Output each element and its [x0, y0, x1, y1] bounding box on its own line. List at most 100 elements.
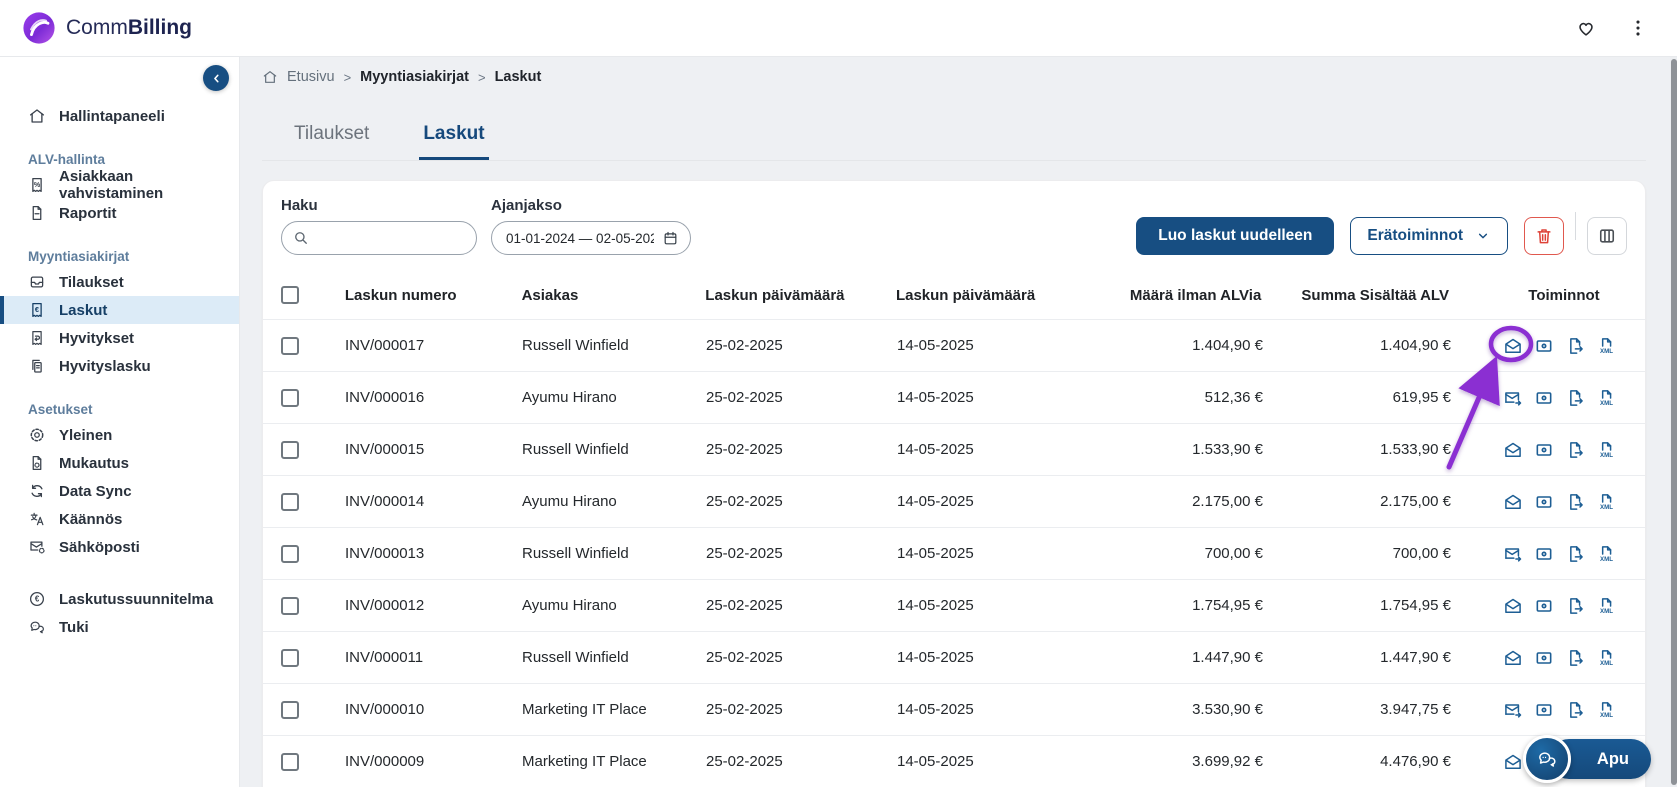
sidebar-item-raportit[interactable]: Raportit: [0, 199, 239, 227]
tab-tilaukset[interactable]: Tilaukset: [290, 117, 373, 160]
row-checkbox[interactable]: [281, 648, 299, 667]
mail-send-icon[interactable]: [1503, 700, 1523, 720]
home-icon[interactable]: [262, 69, 278, 85]
mail-open-icon[interactable]: [1503, 336, 1523, 356]
sidebar-item-hyvityslasku[interactable]: Hyvityslasku: [0, 352, 239, 380]
favorites-heart-icon[interactable]: [1575, 17, 1597, 39]
sidebar-item-tilaukset[interactable]: Tilaukset: [0, 268, 239, 296]
row-checkbox[interactable]: [281, 596, 299, 615]
mail-open-icon[interactable]: [1503, 648, 1523, 668]
export-document-icon[interactable]: [1565, 388, 1585, 408]
breadcrumb-etusivu[interactable]: Etusivu: [287, 69, 335, 85]
export-document-icon[interactable]: [1565, 648, 1585, 668]
export-document-icon[interactable]: [1565, 700, 1585, 720]
sidebar-item-hyvitykset[interactable]: Hyvitykset: [0, 324, 239, 352]
preview-eye-icon[interactable]: [1534, 492, 1554, 512]
customer-name: Marketing IT Place: [522, 753, 647, 770]
row-checkbox[interactable]: [281, 388, 299, 407]
mail-open-icon[interactable]: [1503, 752, 1523, 772]
export-xml-icon[interactable]: [1596, 544, 1616, 564]
column-settings-button[interactable]: [1587, 217, 1627, 255]
recreate-invoices-button[interactable]: Luo laskut uudelleen: [1136, 217, 1335, 255]
header-amount-excl-vat[interactable]: Määrä ilman ALVia: [1056, 287, 1261, 304]
export-xml-icon[interactable]: [1596, 492, 1616, 512]
invoice-date: 25-02-2025: [706, 493, 783, 510]
customer-name: Russell Winfield: [522, 545, 629, 562]
export-document-icon[interactable]: [1565, 336, 1585, 356]
tab-laskut[interactable]: Laskut: [419, 117, 489, 160]
chat-bubbles-icon: [28, 618, 46, 636]
table-row: INV/000012 Ayumu Hirano 25-02-2025 14-05…: [263, 579, 1645, 631]
export-xml-icon[interactable]: [1596, 648, 1616, 668]
tab-bar: Tilaukset Laskut: [262, 117, 1646, 161]
export-xml-icon[interactable]: [1596, 440, 1616, 460]
mail-open-icon[interactable]: [1503, 492, 1523, 512]
preview-eye-icon[interactable]: [1534, 596, 1554, 616]
header-customer[interactable]: Asiakas: [522, 287, 706, 304]
mail-open-icon[interactable]: [1503, 440, 1523, 460]
sidebar-item-hallintapaneeli[interactable]: Hallintapaneeli: [0, 102, 239, 130]
invoice-date: 25-02-2025: [706, 597, 783, 614]
sidebar-item-tuki[interactable]: Tuki: [0, 613, 239, 641]
export-xml-icon[interactable]: [1596, 596, 1616, 616]
due-date: 14-05-2025: [897, 441, 974, 458]
sidebar-item-laskutussuunnitelma[interactable]: Laskutussuunnitelma: [0, 585, 239, 613]
sidebar-item-mukautus[interactable]: Mukautus: [0, 449, 239, 477]
sidebar-item-data-sync[interactable]: Data Sync: [0, 477, 239, 505]
preview-eye-icon[interactable]: [1534, 700, 1554, 720]
preview-eye-icon[interactable]: [1534, 544, 1554, 564]
row-checkbox[interactable]: [281, 752, 299, 771]
invoice-number: INV/000010: [345, 701, 425, 718]
export-xml-icon[interactable]: [1596, 336, 1616, 356]
row-checkbox[interactable]: [281, 336, 299, 355]
batch-actions-button[interactable]: Erätoiminnot: [1350, 217, 1508, 255]
preview-eye-icon[interactable]: [1534, 440, 1554, 460]
scrollbar-thumb[interactable]: [1670, 59, 1677, 785]
row-checkbox[interactable]: [281, 492, 299, 511]
sidebar-item-yleinen[interactable]: Yleinen: [0, 421, 239, 449]
preview-eye-icon[interactable]: [1534, 336, 1554, 356]
mail-send-icon[interactable]: [1503, 544, 1523, 564]
sidebar-collapse-button[interactable]: [203, 65, 229, 91]
sidebar-item-laskut[interactable]: Laskut: [0, 296, 239, 324]
home-icon: [28, 107, 46, 125]
export-document-icon[interactable]: [1565, 544, 1585, 564]
breadcrumb-laskut[interactable]: Laskut: [495, 69, 542, 85]
row-checkbox[interactable]: [281, 544, 299, 563]
sidebar-item-asiakkaan-vahvistaminen[interactable]: Asiakkaan vahvistaminen: [0, 168, 239, 202]
invoice-number: INV/000009: [345, 753, 425, 770]
preview-eye-icon[interactable]: [1534, 648, 1554, 668]
breadcrumb-myyntiasiakirjat[interactable]: Myyntiasiakirjat: [360, 69, 469, 85]
select-all-checkbox[interactable]: [281, 286, 299, 304]
vertical-scrollbar[interactable]: [1670, 57, 1677, 787]
export-document-icon[interactable]: [1565, 596, 1585, 616]
header-amount-incl-vat[interactable]: Summa Sisältää ALV: [1261, 287, 1449, 304]
row-checkbox[interactable]: [281, 700, 299, 719]
export-document-icon[interactable]: [1565, 492, 1585, 512]
inbox-icon: [28, 273, 46, 291]
export-document-icon[interactable]: [1565, 440, 1585, 460]
sidebar-item-sahkoposti[interactable]: Sähköposti: [0, 533, 239, 561]
row-checkbox[interactable]: [281, 440, 299, 459]
mail-send-icon[interactable]: [1503, 388, 1523, 408]
preview-eye-icon[interactable]: [1534, 388, 1554, 408]
app-logo[interactable]: CommBilling: [22, 11, 192, 45]
due-date: 14-05-2025: [897, 597, 974, 614]
date-range-input[interactable]: 01-01-2024 — 02-05-202: [491, 221, 691, 255]
header-invoice-number[interactable]: Laskun numero: [345, 287, 522, 304]
chat-bubbles-icon[interactable]: [1522, 735, 1571, 783]
document-icon: [28, 204, 46, 222]
help-fab[interactable]: Apu: [1522, 735, 1651, 783]
export-xml-icon[interactable]: [1596, 388, 1616, 408]
search-input[interactable]: [281, 221, 477, 255]
kebab-menu-icon[interactable]: [1627, 17, 1649, 39]
header-invoice-date[interactable]: Laskun päivämäärä: [705, 287, 896, 304]
export-xml-icon[interactable]: [1596, 700, 1616, 720]
due-date: 14-05-2025: [897, 649, 974, 666]
mail-open-icon[interactable]: [1503, 596, 1523, 616]
delete-button[interactable]: [1524, 217, 1564, 255]
due-date: 14-05-2025: [897, 753, 974, 770]
percent-receipt-icon: [28, 176, 46, 194]
sidebar-item-kaannos[interactable]: Käännös: [0, 505, 239, 533]
header-due-date[interactable]: Laskun päivämäärä: [896, 287, 1056, 304]
